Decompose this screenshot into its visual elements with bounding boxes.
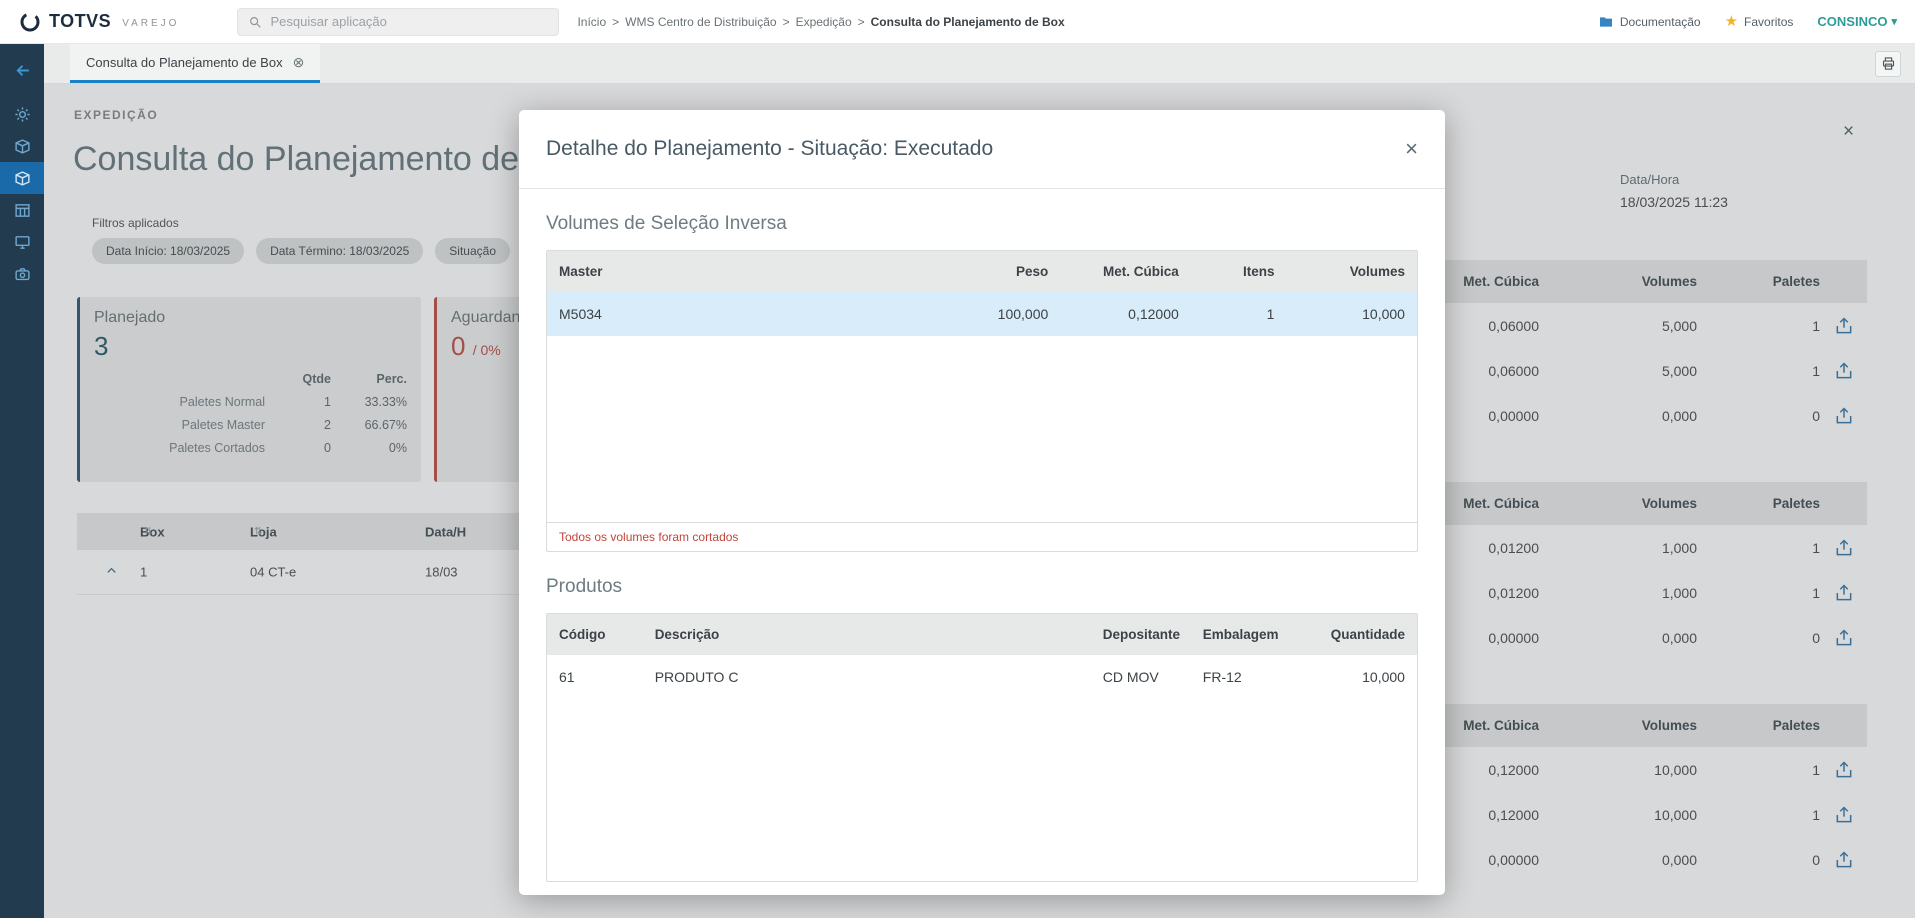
- camera-icon: [14, 266, 31, 283]
- close-icon[interactable]: ×: [1405, 138, 1418, 160]
- col-met-cubica: Met. Cúbica: [1060, 264, 1191, 279]
- col-peso: Peso: [912, 264, 1060, 279]
- modal-header: Detalhe do Planejamento - Situação: Exec…: [519, 110, 1445, 189]
- folder-icon: [1598, 14, 1614, 30]
- box-icon: [14, 170, 31, 187]
- sidebar-item-grid[interactable]: [0, 194, 44, 226]
- tab-label: Consulta do Planejamento de Box: [86, 55, 283, 70]
- sidebar: [0, 44, 44, 918]
- cell-depositante: CD MOV: [1091, 669, 1191, 685]
- col-embalagem: Embalagem: [1191, 627, 1295, 642]
- table-empty-space: [547, 699, 1417, 881]
- documentation-label: Documentação: [1620, 15, 1701, 29]
- print-button[interactable]: [1875, 51, 1901, 77]
- cell-quantidade: 10,000: [1295, 669, 1417, 685]
- table-icon: [14, 202, 31, 219]
- totvs-logo-icon: [18, 10, 42, 34]
- sidebar-item-camera[interactable]: [0, 258, 44, 290]
- breadcrumb-current: Consulta do Planejamento de Box: [871, 15, 1065, 29]
- sidebar-item-monitor[interactable]: [0, 226, 44, 258]
- app-search[interactable]: [237, 8, 559, 36]
- sidebar-item-package[interactable]: [0, 130, 44, 162]
- table-empty-space: [547, 336, 1417, 522]
- table-row-selected[interactable]: M5034 100,000 0,12000 1 10,000: [547, 292, 1417, 336]
- col-itens: Itens: [1191, 264, 1287, 279]
- gear-icon: [14, 106, 31, 123]
- tab-close-icon[interactable]: ⊗: [293, 54, 305, 71]
- col-descricao: Descrição: [643, 627, 1091, 642]
- brand-product: VAREJO: [122, 18, 179, 29]
- modal-body: Volumes de Seleção Inversa Master Peso M…: [519, 189, 1445, 895]
- breadcrumb: Início > WMS Centro de Distribuição > Ex…: [577, 15, 1064, 29]
- search-input[interactable]: [270, 14, 548, 29]
- main-area: EXPEDIÇÃO Consulta do Planejamento de Bo…: [44, 84, 1915, 918]
- sidebar-back-button[interactable]: [0, 54, 44, 86]
- col-volumes: Volumes: [1286, 264, 1417, 279]
- breadcrumb-item-inicio[interactable]: Início: [577, 15, 606, 29]
- user-name: CONSINCO: [1817, 14, 1887, 29]
- search-icon: [248, 15, 262, 29]
- cell-embalagem: FR-12: [1191, 669, 1295, 685]
- tab-consulta-planejamento[interactable]: Consulta do Planejamento de Box ⊗: [70, 44, 320, 83]
- cell-itens: 1: [1191, 306, 1287, 322]
- app-window: TOTVS VAREJO Início > WMS Centro de Dist…: [0, 0, 1915, 918]
- produtos-table: Código Descrição Depositante Embalagem Q…: [546, 613, 1418, 882]
- sidebar-item-settings[interactable]: [0, 98, 44, 130]
- breadcrumb-item-expedicao[interactable]: Expedição: [796, 15, 852, 29]
- monitor-icon: [14, 234, 31, 251]
- totvs-logo: TOTVS VAREJO: [18, 10, 179, 34]
- breadcrumb-separator: >: [858, 15, 865, 29]
- printer-icon: [1881, 56, 1896, 71]
- cell-peso: 100,000: [912, 306, 1060, 322]
- cell-master: M5034: [547, 306, 912, 322]
- breadcrumb-separator: >: [783, 15, 790, 29]
- produtos-section-title: Produtos: [546, 576, 1418, 598]
- documentation-link[interactable]: Documentação: [1598, 14, 1701, 30]
- topbar-actions: Documentação ★ Favoritos CONSINCO ▾: [1598, 14, 1897, 30]
- modal-title: Detalhe do Planejamento - Situação: Exec…: [546, 137, 993, 161]
- user-menu[interactable]: CONSINCO ▾: [1817, 14, 1897, 29]
- top-bar: TOTVS VAREJO Início > WMS Centro de Dist…: [0, 0, 1915, 44]
- col-master: Master: [547, 264, 912, 279]
- cell-codigo: 61: [547, 669, 643, 685]
- breadcrumb-separator: >: [612, 15, 619, 29]
- chevron-down-icon: ▾: [1891, 15, 1897, 28]
- cell-met-cubica: 0,12000: [1060, 306, 1191, 322]
- favorites-link[interactable]: ★ Favoritos: [1725, 14, 1794, 29]
- cell-volumes: 10,000: [1286, 306, 1417, 322]
- col-depositante: Depositante: [1091, 627, 1191, 642]
- col-codigo: Código: [547, 627, 643, 642]
- cell-descricao: PRODUTO C: [643, 669, 1091, 685]
- favorites-label: Favoritos: [1744, 15, 1793, 29]
- sidebar-item-expedition-active[interactable]: [0, 162, 44, 194]
- detail-modal: Detalhe do Planejamento - Situação: Exec…: [519, 110, 1445, 895]
- volumes-cut-note: Todos os volumes foram cortados: [547, 522, 1417, 551]
- star-icon: ★: [1725, 14, 1738, 29]
- package-icon: [14, 138, 31, 155]
- volumes-table: Master Peso Met. Cúbica Itens Volumes M5…: [546, 250, 1418, 552]
- produtos-table-header: Código Descrição Depositante Embalagem Q…: [547, 614, 1417, 655]
- col-quantidade: Quantidade: [1295, 627, 1417, 642]
- tab-bar: Consulta do Planejamento de Box ⊗: [44, 44, 1915, 84]
- arrow-left-icon: [13, 61, 32, 80]
- table-row[interactable]: 61 PRODUTO C CD MOV FR-12 10,000: [547, 655, 1417, 699]
- breadcrumb-item-wms[interactable]: WMS Centro de Distribuição: [625, 15, 776, 29]
- volumes-table-header: Master Peso Met. Cúbica Itens Volumes: [547, 251, 1417, 292]
- volumes-section-title: Volumes de Seleção Inversa: [546, 213, 1418, 235]
- brand-name: TOTVS: [49, 11, 111, 32]
